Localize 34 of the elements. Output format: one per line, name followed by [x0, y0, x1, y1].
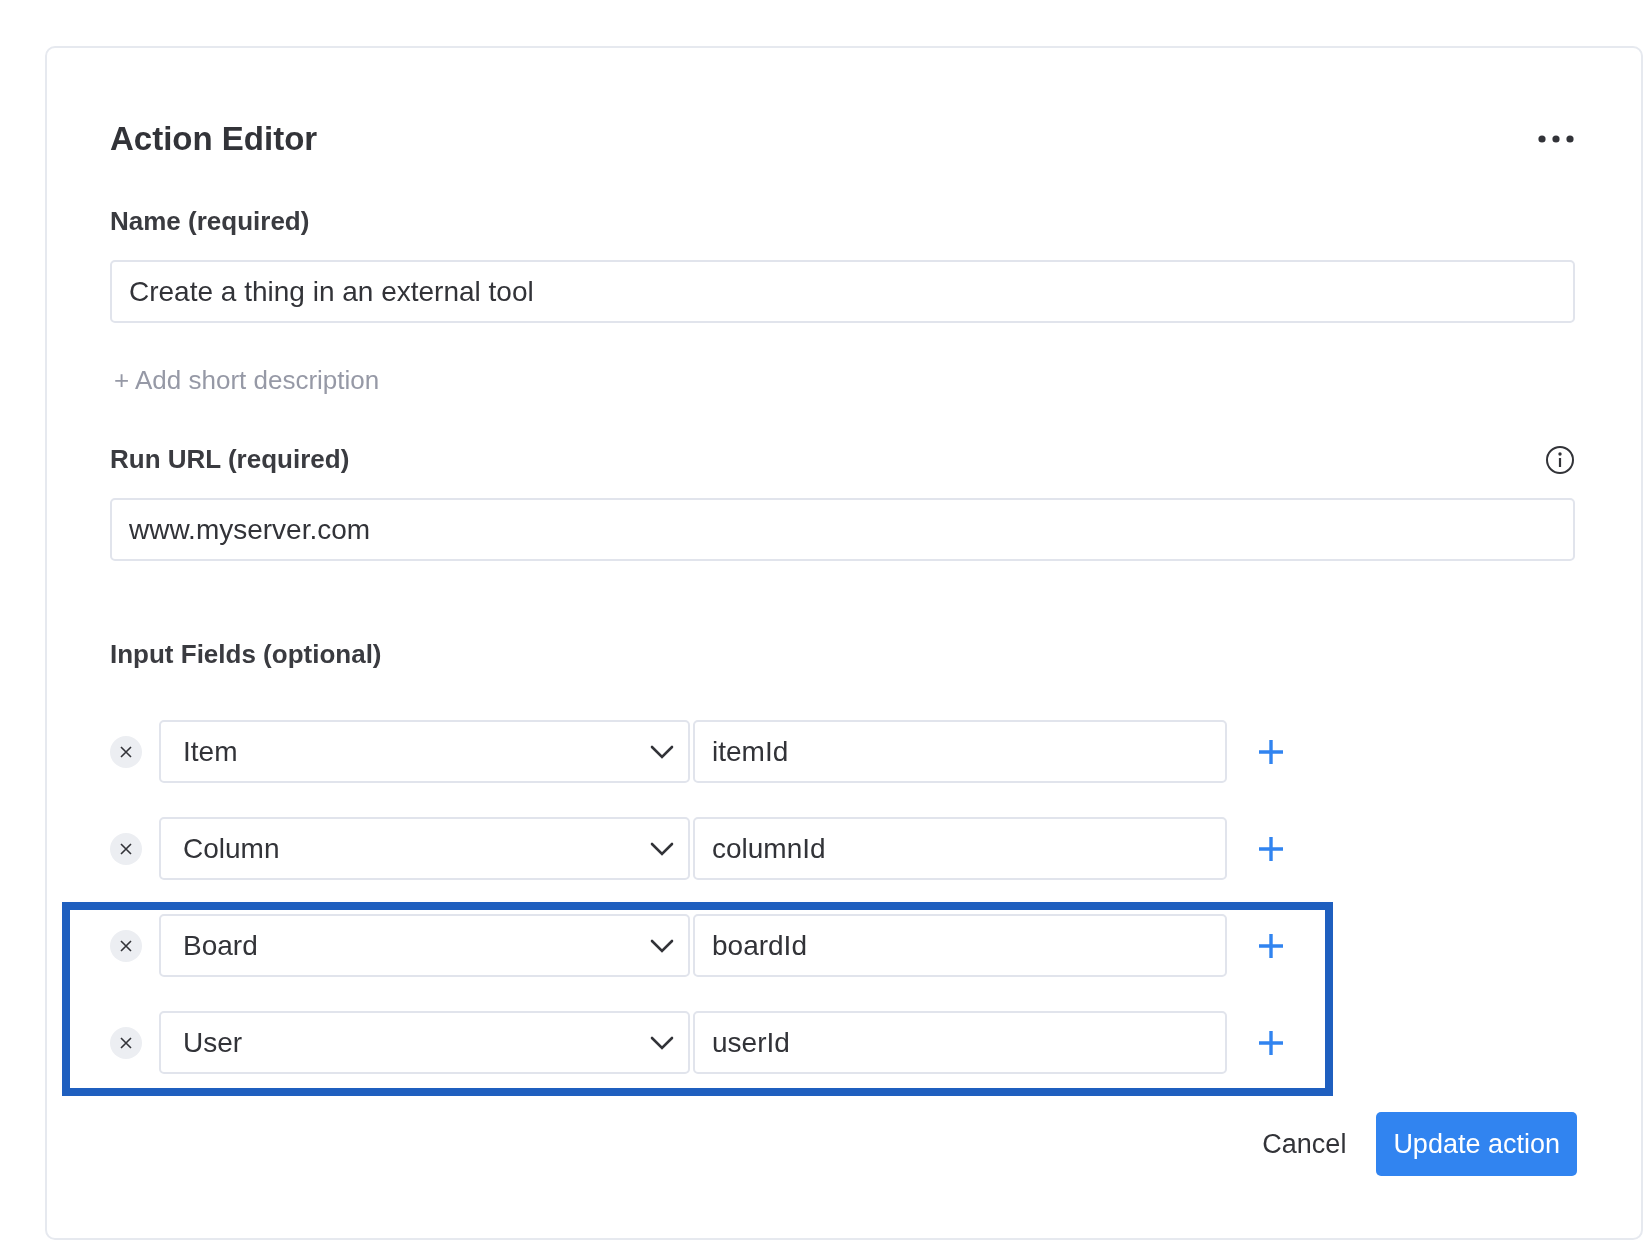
- key-input-field[interactable]: itemId: [693, 720, 1227, 783]
- type-dropdown[interactable]: Board: [159, 914, 690, 977]
- chevron-down-icon: [650, 938, 674, 953]
- close-icon: [119, 938, 133, 953]
- type-dropdown[interactable]: Column: [159, 817, 690, 880]
- key-input-field[interactable]: boardId: [693, 914, 1227, 977]
- close-icon: [119, 841, 133, 856]
- add-icon[interactable]: [1258, 1029, 1284, 1056]
- url-input-field[interactable]: www.myserver.com: [110, 498, 1575, 561]
- field-label: Run URL (required): [110, 444, 350, 475]
- info-icon[interactable]: [1545, 444, 1575, 475]
- remove-button[interactable]: [110, 1026, 142, 1059]
- key-input-field[interactable]: columnId: [693, 817, 1227, 880]
- add-icon[interactable]: [1258, 932, 1284, 959]
- key-input-field[interactable]: userId: [693, 1011, 1227, 1074]
- chevron-down-icon: [650, 1035, 674, 1050]
- remove-button[interactable]: [110, 929, 142, 962]
- type-dropdown[interactable]: Item: [159, 720, 690, 783]
- chevron-down-icon: [650, 841, 674, 856]
- cancel-button[interactable]: Cancel: [1262, 1120, 1347, 1168]
- remove-button[interactable]: [110, 735, 142, 768]
- remove-button[interactable]: [110, 832, 142, 865]
- close-icon: [119, 744, 133, 759]
- update-action-button[interactable]: Update action: [1376, 1112, 1577, 1176]
- add-icon[interactable]: [1258, 738, 1284, 765]
- section-label: Input Fields (optional): [110, 639, 383, 670]
- dialog-title: Action Editor: [110, 120, 318, 158]
- chevron-down-icon: [650, 744, 674, 759]
- more-options-icon[interactable]: [1537, 134, 1575, 144]
- close-icon: [119, 1035, 133, 1050]
- type-dropdown[interactable]: User: [159, 1011, 690, 1074]
- add-icon[interactable]: [1258, 835, 1284, 862]
- name-input-field[interactable]: Create a thing in an external tool: [110, 260, 1575, 323]
- field-label: Name (required): [110, 206, 311, 237]
